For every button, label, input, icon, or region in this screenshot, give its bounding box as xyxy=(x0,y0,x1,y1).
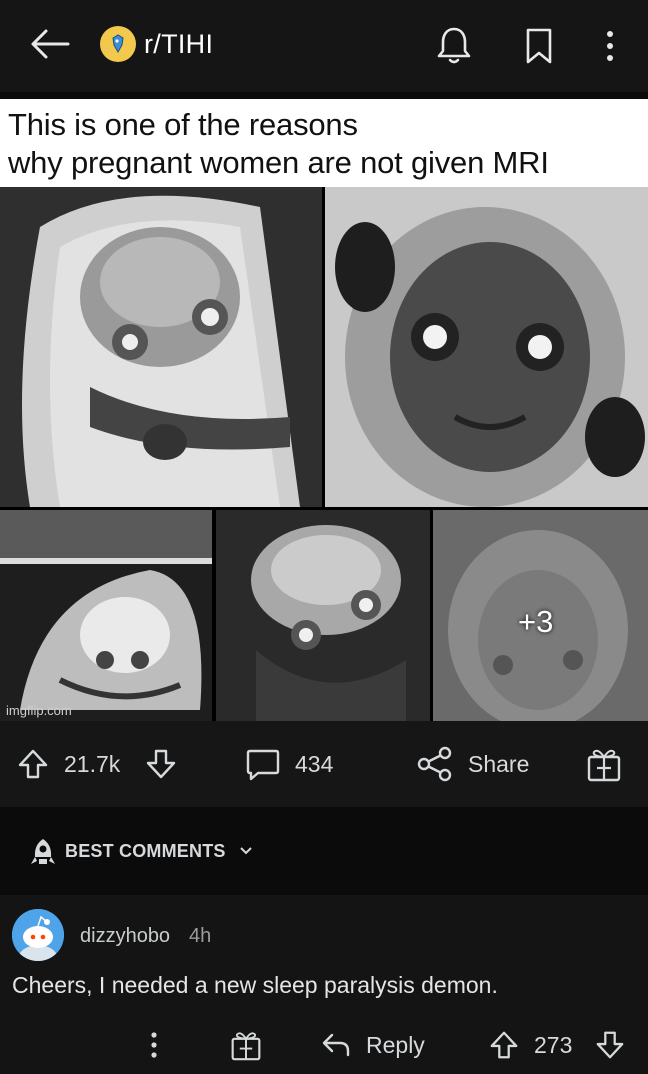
upvote-button[interactable] xyxy=(16,721,50,807)
bookmark-icon[interactable] xyxy=(522,26,556,66)
sort-label[interactable]: BEST COMMENTS xyxy=(65,841,226,862)
comment-bubble-icon xyxy=(246,749,280,781)
gift-icon xyxy=(587,749,621,782)
upvote-arrow-icon xyxy=(490,1031,518,1059)
back-arrow-icon[interactable] xyxy=(28,26,72,62)
comment-username[interactable]: dizzyhobo xyxy=(80,925,170,948)
comment-score: 273 xyxy=(534,1031,573,1058)
bell-icon[interactable] xyxy=(434,24,474,66)
more-options-icon xyxy=(151,1032,157,1058)
comment-downvote-button[interactable] xyxy=(594,1020,626,1070)
comments-button[interactable] xyxy=(244,721,282,807)
gift-icon xyxy=(231,1032,261,1061)
avatar[interactable] xyxy=(12,909,64,961)
subreddit-name[interactable]: r/TIHI xyxy=(144,29,213,60)
share-label[interactable]: Share xyxy=(468,721,529,807)
caption-line-1: This is one of the reasons xyxy=(8,107,358,142)
share-button[interactable] xyxy=(416,721,454,807)
downvote-arrow-icon xyxy=(596,1031,624,1059)
mri-scan-1 xyxy=(0,187,322,507)
mri-scan-2 xyxy=(325,187,648,507)
comment-timestamp: 4h xyxy=(189,925,212,947)
more-options-icon[interactable] xyxy=(598,26,622,66)
reply-button[interactable] xyxy=(320,1020,352,1070)
top-bar: r/TIHI xyxy=(0,0,648,92)
mri-scan-4 xyxy=(216,510,430,721)
comment-more-button[interactable] xyxy=(146,1020,162,1070)
comment-sort-bar[interactable]: BEST COMMENTS xyxy=(0,807,648,895)
comment-action-bar: Reply 273 xyxy=(0,1020,648,1070)
comment-upvote-button[interactable] xyxy=(488,1020,520,1070)
comment-count: 434 xyxy=(295,750,334,777)
comment-award-button[interactable] xyxy=(230,1020,262,1070)
caption-line-2: why pregnant women are not given MRI xyxy=(8,145,549,180)
reply-label[interactable]: Reply xyxy=(366,1020,425,1070)
rocket-icon xyxy=(28,837,58,872)
more-images-badge[interactable]: +3 xyxy=(518,604,553,640)
mri-scan-3 xyxy=(0,510,212,721)
award-button[interactable] xyxy=(586,721,622,807)
upvote-arrow-icon xyxy=(18,749,48,779)
comment: dizzyhobo 4h Cheers, I needed a new slee… xyxy=(0,895,648,1074)
image-watermark: imgflip.com xyxy=(6,703,72,718)
reply-arrow-icon xyxy=(322,1033,350,1057)
post-action-bar: 21.7k 434 Share xyxy=(0,721,648,807)
downvote-arrow-icon xyxy=(146,749,176,779)
share-icon xyxy=(417,746,452,782)
comment-body: Cheers, I needed a new sleep paralysis d… xyxy=(12,972,498,998)
downvote-button[interactable] xyxy=(144,721,178,807)
chevron-down-icon[interactable] xyxy=(238,844,254,862)
upvote-count: 21.7k xyxy=(64,750,121,777)
subreddit-icon[interactable] xyxy=(100,26,136,62)
meme-caption: This is one of the reasons why pregnant … xyxy=(0,99,648,187)
post-image-gallery[interactable]: This is one of the reasons why pregnant … xyxy=(0,99,648,721)
